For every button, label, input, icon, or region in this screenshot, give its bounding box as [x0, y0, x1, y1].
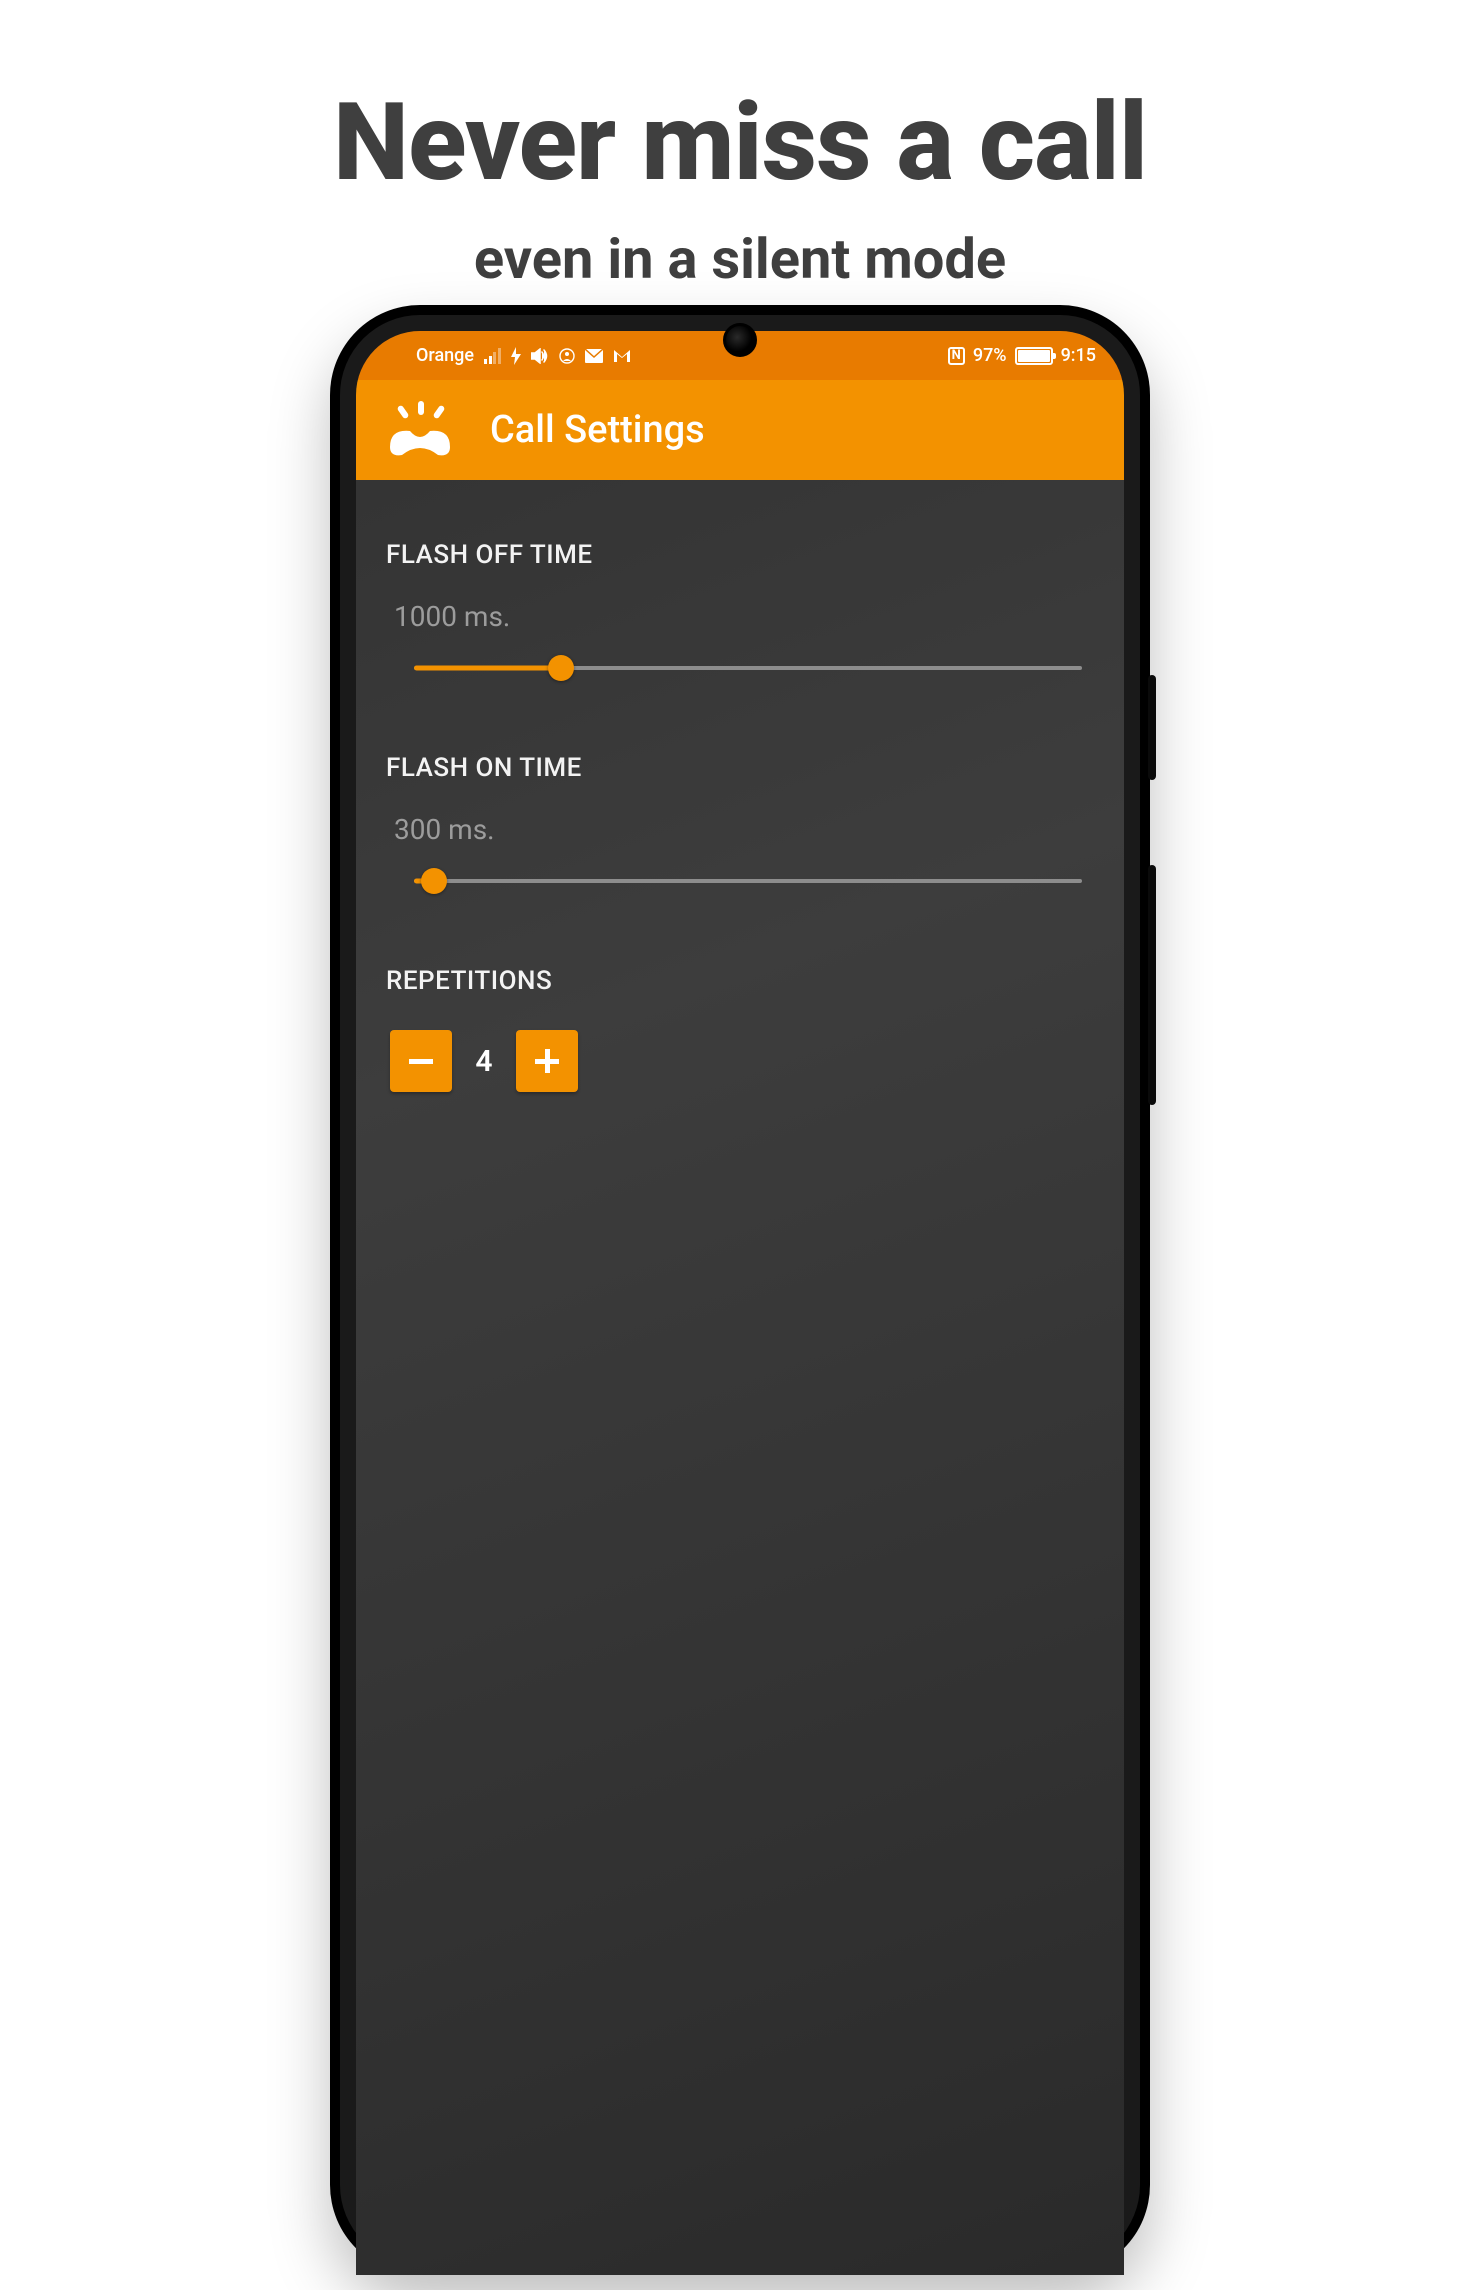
clock-label: 9:15 [1061, 345, 1096, 366]
battery-icon [1015, 347, 1053, 365]
section-repetitions: REPETITIONS 4 [386, 966, 1094, 1092]
phone-mock: Orange [330, 305, 1150, 2275]
app-bar: Call Settings [356, 380, 1124, 480]
promo-headline-block: Never miss a call even in a silent mode [0, 0, 1480, 292]
signal-icon [484, 348, 501, 364]
flash-off-value: 1000 ms. [394, 600, 1094, 633]
volume-icon [531, 348, 549, 364]
repetitions-label: REPETITIONS [386, 966, 1094, 996]
phone-screen: Orange [356, 331, 1124, 2275]
flash-on-value: 300 ms. [394, 813, 1094, 846]
slider-thumb-icon[interactable] [421, 868, 447, 894]
gmail-icon [613, 349, 631, 363]
minus-icon [405, 1045, 437, 1077]
settings-content: FLASH OFF TIME 1000 ms. FLASH ON TIME 30… [356, 480, 1124, 2275]
section-flash-on-time: FLASH ON TIME 300 ms. [386, 753, 1094, 896]
page-title: Call Settings [490, 408, 705, 452]
battery-percent: 97% [973, 345, 1007, 366]
nfc-icon: N [948, 347, 965, 365]
carrier-label: Orange [416, 345, 474, 366]
repetitions-stepper: 4 [390, 1030, 1094, 1092]
decrement-button[interactable] [390, 1030, 452, 1092]
flash-off-slider[interactable] [414, 653, 1082, 683]
repetitions-value: 4 [474, 1044, 494, 1079]
section-flash-off-time: FLASH OFF TIME 1000 ms. [386, 540, 1094, 683]
app-notif-icon-1 [559, 348, 575, 364]
flash-off-label: FLASH OFF TIME [386, 540, 1094, 570]
promo-headline: Never miss a call [0, 80, 1480, 206]
phone-side-button-power [1148, 675, 1156, 780]
promo-subhead: even in a silent mode [0, 226, 1480, 292]
flash-on-call-icon [380, 399, 460, 461]
slider-thumb-icon[interactable] [548, 655, 574, 681]
phone-camera-notch [723, 323, 757, 357]
phone-side-button-volume [1148, 865, 1156, 1105]
increment-button[interactable] [516, 1030, 578, 1092]
flash-on-slider[interactable] [414, 866, 1082, 896]
mail-notif-icon [585, 349, 603, 363]
flash-on-label: FLASH ON TIME [386, 753, 1094, 783]
charging-icon [511, 347, 521, 365]
plus-icon [531, 1045, 563, 1077]
